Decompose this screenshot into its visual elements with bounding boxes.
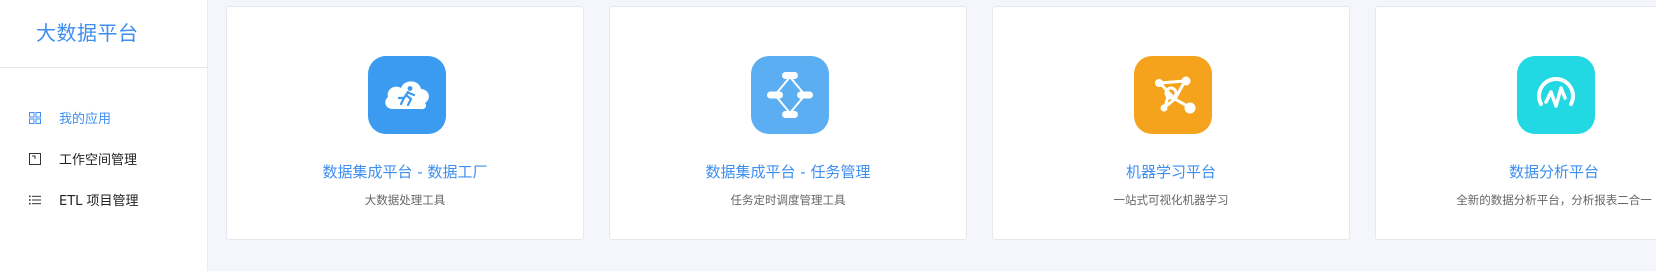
- sidebar-item-label: 我的应用: [59, 112, 112, 127]
- app-card-data-analysis[interactable]: 数据分析平台 全新的数据分析平台，分析报表二合一: [1375, 6, 1656, 240]
- cloud-runner-icon: [368, 56, 446, 134]
- sidebar-item-label: 工作空间管理: [59, 153, 138, 168]
- app-card-machine-learning[interactable]: 机器学习平台 一站式可视化机器学习: [992, 6, 1350, 240]
- sidebar-item-workspace[interactable]: 工作空间管理: [0, 138, 207, 179]
- app-card-task-manager[interactable]: 数据集成平台 - 任务管理 任务定时调度管理工具: [609, 6, 967, 240]
- workflow-icon: [751, 56, 829, 134]
- network-nodes-icon: [1134, 56, 1212, 134]
- app-title: 机器学习平台: [1125, 163, 1216, 181]
- app-description: 一站式可视化机器学习: [1113, 193, 1229, 207]
- app-description: 任务定时调度管理工具: [730, 193, 846, 207]
- brand-title[interactable]: 大数据平台: [0, 0, 207, 68]
- list-icon: [28, 193, 42, 207]
- app-description: 大数据处理工具: [364, 193, 446, 207]
- workspace-icon: [28, 152, 42, 166]
- sidebar-item-my-apps[interactable]: 我的应用: [0, 97, 207, 138]
- sidebar-item-etl[interactable]: ETL 项目管理: [0, 179, 207, 220]
- sidebar: 大数据平台 我的应用 工作空间管理 ETL 项目管理: [0, 0, 208, 271]
- sidebar-item-label: ETL 项目管理: [59, 194, 139, 209]
- app-card-data-factory[interactable]: 数据集成平台 - 数据工厂 大数据处理工具: [226, 6, 584, 240]
- app-description: 全新的数据分析平台，分析报表二合一: [1456, 193, 1652, 207]
- grid-icon: [28, 111, 42, 125]
- app-title: 数据集成平台 - 任务管理: [705, 163, 871, 181]
- sidebar-menu: 我的应用 工作空间管理 ETL 项目管理: [0, 97, 207, 220]
- app-grid: 数据集成平台 - 数据工厂 大数据处理工具 数据集成平台 - 任务管理 任务定时…: [209, 0, 1656, 271]
- app-title: 数据分析平台: [1508, 163, 1599, 181]
- analytics-icon: [1517, 56, 1595, 134]
- app-title: 数据集成平台 - 数据工厂: [322, 163, 488, 181]
